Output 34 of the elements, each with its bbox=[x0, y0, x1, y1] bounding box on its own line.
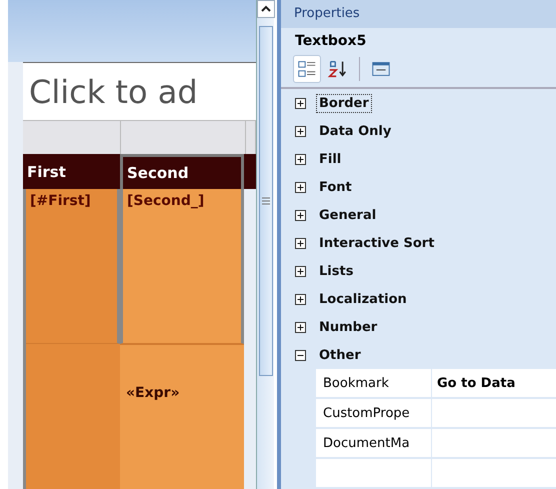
expand-icon[interactable] bbox=[295, 238, 306, 248]
vertical-scrollbar[interactable] bbox=[256, 0, 274, 489]
expand-icon[interactable] bbox=[295, 154, 306, 164]
column-header[interactable]: First bbox=[23, 154, 120, 189]
expand-icon[interactable] bbox=[295, 98, 306, 108]
grip-icon bbox=[262, 197, 270, 205]
title-placeholder: Click to ad bbox=[29, 72, 198, 110]
category-label[interactable]: Font bbox=[316, 178, 355, 196]
field-textbox[interactable]: [Second_] bbox=[120, 189, 244, 344]
expand-icon[interactable] bbox=[295, 182, 306, 192]
category-label[interactable]: Data Only bbox=[316, 122, 394, 140]
expand-icon[interactable] bbox=[295, 266, 306, 276]
category-label[interactable]: Interactive Sort bbox=[316, 234, 438, 252]
category-label[interactable]: Lists bbox=[316, 262, 356, 280]
property-name[interactable]: Bookmark bbox=[316, 369, 432, 397]
categorized-view-icon[interactable] bbox=[293, 55, 321, 83]
expand-icon[interactable] bbox=[295, 322, 306, 332]
scrollbar-thumb[interactable] bbox=[258, 26, 272, 376]
category-label[interactable]: Localization bbox=[316, 290, 410, 308]
expand-icon[interactable] bbox=[295, 294, 306, 304]
collapse-icon[interactable] bbox=[295, 350, 306, 360]
expand-icon[interactable] bbox=[295, 126, 306, 136]
scroll-up-icon[interactable] bbox=[256, 0, 274, 18]
category-label[interactable]: General bbox=[316, 206, 380, 224]
expression-textbox[interactable]: «Expr» bbox=[120, 344, 244, 401]
category-label[interactable]: Number bbox=[316, 318, 380, 336]
category-label[interactable]: Other bbox=[316, 346, 364, 364]
category-label[interactable]: Fill bbox=[316, 150, 344, 168]
property-value[interactable]: Go to Data bbox=[432, 369, 556, 397]
panel-title: Properties bbox=[281, 0, 556, 28]
category-label[interactable]: Border bbox=[316, 94, 372, 112]
expand-icon[interactable] bbox=[295, 210, 306, 220]
title-textbox[interactable]: Click to ad bbox=[23, 62, 256, 120]
object-name: Textbox5 bbox=[294, 32, 368, 52]
